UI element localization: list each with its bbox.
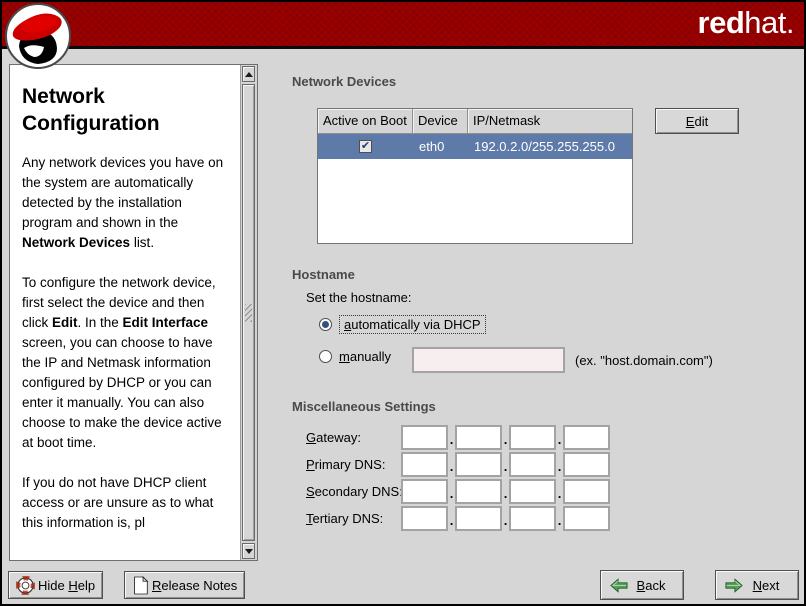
secondary-dns-octet-2[interactable] bbox=[455, 479, 502, 504]
help-paragraph: If you do not have DHCP client access or… bbox=[22, 473, 234, 533]
octet-separator: . bbox=[448, 484, 455, 504]
octet-separator: . bbox=[556, 511, 563, 531]
redhat-shadowman-logo-icon bbox=[4, 2, 72, 70]
back-button[interactable]: Back bbox=[600, 570, 684, 600]
scrollbar-thumb[interactable] bbox=[242, 84, 255, 541]
octet-separator: . bbox=[502, 511, 509, 531]
help-scrollbar bbox=[240, 65, 257, 560]
ip-netmask-cell: 192.0.2.0/255.255.255.0 bbox=[468, 134, 632, 159]
primary-dns-octet-3[interactable] bbox=[509, 452, 556, 477]
scrollbar-grip-icon bbox=[245, 304, 252, 322]
active-on-boot-checkbox[interactable]: ✔ bbox=[359, 140, 372, 153]
manual-radio-label[interactable]: manually bbox=[339, 349, 391, 364]
manual-radio[interactable] bbox=[319, 350, 332, 363]
document-icon bbox=[132, 576, 149, 595]
help-paragraph: To configure the network device, first s… bbox=[22, 273, 234, 453]
primary-dns-octet-4[interactable] bbox=[563, 452, 610, 477]
secondary-dns-row: Secondary DNS: ... bbox=[306, 478, 610, 504]
secondary-dns-octet-4[interactable] bbox=[563, 479, 610, 504]
hostname-input[interactable] bbox=[412, 347, 565, 373]
secondary-dns-label: Secondary DNS: bbox=[306, 484, 401, 499]
primary-dns-octet-2[interactable] bbox=[455, 452, 502, 477]
table-header-row: Active on Boot Device IP/Netmask bbox=[318, 109, 632, 134]
octet-separator: . bbox=[502, 430, 509, 450]
hostname-hint: (ex. "host.domain.com") bbox=[575, 353, 713, 368]
release-notes-label: Release Notes bbox=[152, 578, 237, 593]
octet-separator: . bbox=[502, 484, 509, 504]
octet-separator: . bbox=[448, 511, 455, 531]
scroll-up-button[interactable] bbox=[242, 66, 255, 82]
octet-separator: . bbox=[502, 457, 509, 477]
tertiary-dns-octet-4[interactable] bbox=[563, 506, 610, 531]
scroll-down-button[interactable] bbox=[242, 543, 255, 559]
gateway-octet-3[interactable] bbox=[509, 425, 556, 450]
primary-dns-octet-1[interactable] bbox=[401, 452, 448, 477]
network-devices-heading: Network Devices bbox=[292, 74, 396, 89]
gateway-octet-2[interactable] bbox=[455, 425, 502, 450]
column-header-ip-netmask: IP/Netmask bbox=[468, 109, 632, 134]
banner: redhat. bbox=[2, 2, 804, 49]
dhcp-radio-row: automatically via DHCP bbox=[319, 315, 486, 334]
octet-separator: . bbox=[448, 430, 455, 450]
octet-separator: . bbox=[448, 457, 455, 477]
down-arrow-icon bbox=[245, 549, 253, 554]
tertiary-dns-label: Tertiary DNS: bbox=[306, 511, 401, 526]
hide-help-button[interactable]: Hide Help bbox=[8, 571, 103, 599]
gateway-label: Gateway: bbox=[306, 430, 401, 445]
secondary-dns-octet-3[interactable] bbox=[509, 479, 556, 504]
set-hostname-label: Set the hostname: bbox=[306, 290, 412, 305]
hide-help-label: Hide Help bbox=[38, 578, 95, 593]
next-arrow-icon bbox=[725, 578, 743, 593]
octet-separator: . bbox=[556, 484, 563, 504]
help-content: Network Configuration Any network device… bbox=[10, 65, 240, 560]
back-arrow-icon bbox=[610, 578, 628, 593]
table-row-eth0[interactable]: ✔ eth0 192.0.2.0/255.255.255.0 bbox=[318, 134, 632, 159]
dhcp-radio[interactable] bbox=[319, 318, 332, 331]
wordmark-light: hat. bbox=[744, 5, 794, 40]
column-header-active-on-boot: Active on Boot bbox=[318, 109, 413, 134]
hostname-heading: Hostname bbox=[292, 267, 355, 282]
primary-dns-row: Primary DNS: ... bbox=[306, 451, 610, 477]
release-notes-button[interactable]: Release Notes bbox=[124, 571, 245, 599]
tertiary-dns-row: Tertiary DNS: ... bbox=[306, 505, 610, 531]
octet-separator: . bbox=[556, 457, 563, 477]
gateway-octet-1[interactable] bbox=[401, 425, 448, 450]
manual-radio-row: manually bbox=[319, 349, 391, 364]
secondary-dns-octet-1[interactable] bbox=[401, 479, 448, 504]
gateway-row: Gateway: ... bbox=[306, 424, 610, 450]
active-on-boot-cell: ✔ bbox=[318, 134, 413, 159]
tertiary-dns-octet-1[interactable] bbox=[401, 506, 448, 531]
back-label: Back bbox=[628, 578, 674, 593]
tertiary-dns-octet-3[interactable] bbox=[509, 506, 556, 531]
device-cell: eth0 bbox=[413, 134, 468, 159]
help-paragraphs: Any network devices you have on the syst… bbox=[22, 153, 236, 533]
network-devices-table: Active on Boot Device IP/Netmask ✔ eth0 … bbox=[317, 108, 633, 244]
primary-dns-label: Primary DNS: bbox=[306, 457, 401, 472]
dhcp-radio-label[interactable]: automatically via DHCP bbox=[339, 315, 486, 334]
next-label: Next bbox=[743, 578, 789, 593]
life-buoy-icon bbox=[16, 576, 35, 595]
help-panel: Network Configuration Any network device… bbox=[9, 64, 258, 561]
installer-window: redhat. Network Configuration Any networ… bbox=[0, 0, 806, 606]
up-arrow-icon bbox=[245, 72, 253, 77]
help-title: Network Configuration bbox=[22, 83, 202, 137]
octet-separator: . bbox=[556, 430, 563, 450]
redhat-wordmark: redhat. bbox=[698, 5, 794, 41]
edit-button[interactable]: Edit bbox=[655, 108, 739, 134]
tertiary-dns-octet-2[interactable] bbox=[455, 506, 502, 531]
misc-settings-heading: Miscellaneous Settings bbox=[292, 399, 436, 414]
next-button[interactable]: Next bbox=[715, 570, 799, 600]
column-header-device: Device bbox=[413, 109, 468, 134]
wordmark-bold: red bbox=[698, 5, 745, 40]
gateway-octet-4[interactable] bbox=[563, 425, 610, 450]
help-paragraph: Any network devices you have on the syst… bbox=[22, 153, 234, 253]
